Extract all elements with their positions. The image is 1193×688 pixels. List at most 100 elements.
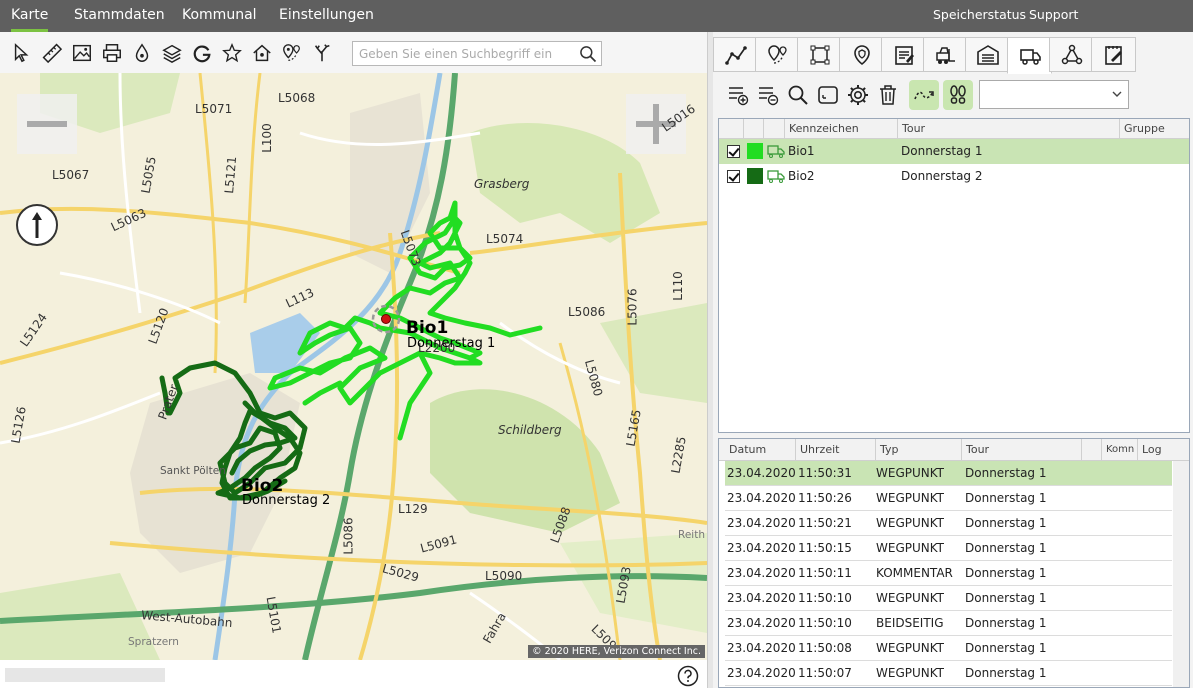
event-log-grid: Datum Uhrzeit Typ Tour Komn Log 23.04.20… (718, 438, 1190, 688)
zoom-out-button[interactable] (17, 94, 77, 154)
log-cell-type: BEIDSEITIG (876, 616, 944, 630)
road-label: L5071 (195, 102, 233, 116)
network-icon[interactable] (1049, 37, 1094, 72)
refresh-g-icon[interactable] (190, 41, 214, 65)
log-row[interactable]: 23.04.2020 11:50:21 WEGPUNKT Donnerstag 1 (725, 511, 1172, 536)
nav-karte[interactable]: Karte (11, 0, 49, 32)
search-icon[interactable] (783, 80, 813, 110)
log-cell-date: 23.04.2020 (727, 641, 796, 655)
area-icon[interactable] (797, 37, 842, 72)
settings-icon[interactable] (843, 80, 873, 110)
pin-route-icon[interactable] (755, 37, 800, 72)
header-log[interactable]: Log (1137, 439, 1171, 461)
log-cell-date: 23.04.2020 (727, 591, 796, 605)
map-canvas (0, 73, 707, 660)
vehicle-checkbox[interactable] (727, 170, 740, 183)
log-cell-tour: Donnerstag 1 (965, 616, 1047, 630)
header-tour[interactable]: Tour (897, 119, 1119, 139)
log-cell-date: 23.04.2020 (727, 666, 796, 680)
log-cell-tour: Donnerstag 1 (965, 491, 1047, 505)
log-cell-time: 11:50:10 (798, 591, 852, 605)
chevron-down-icon (1112, 91, 1122, 97)
bio1-marker[interactable] (381, 314, 391, 324)
road-label: L5068 (278, 91, 316, 105)
list-add-icon[interactable] (723, 80, 753, 110)
filter-select[interactable] (979, 80, 1129, 109)
log-row[interactable]: 23.04.2020 11:50:15 WEGPUNKT Donnerstag 1 (725, 536, 1172, 561)
map-search-input[interactable] (353, 42, 573, 65)
log-cell-type: WEGPUNKT (876, 491, 945, 505)
panel-splitter[interactable] (707, 32, 713, 688)
nav-speicherstatus[interactable]: Speicherstatus (933, 0, 1026, 32)
route-icon[interactable] (713, 37, 758, 72)
compass-icon[interactable] (16, 204, 58, 246)
header-kommentar[interactable]: Komn (1101, 439, 1137, 461)
map-search-box (352, 41, 602, 66)
notepad-icon[interactable] (1091, 37, 1136, 72)
log-row[interactable]: 23.04.2020 11:50:26 WEGPUNKT Donnerstag 1 (725, 486, 1172, 511)
ruler-icon[interactable] (40, 41, 64, 65)
vehicle-row[interactable]: Bio1 Donnerstag 1 (719, 139, 1189, 164)
log-cell-type: WEGPUNKT (876, 516, 945, 530)
road-label: L129 (398, 502, 428, 516)
truck-icon[interactable] (1007, 37, 1052, 74)
delete-icon[interactable] (873, 80, 903, 110)
nav-einstellungen[interactable]: Einstellungen (279, 0, 374, 32)
log-cell-type: WEGPUNKT (876, 641, 945, 655)
shield-pin-icon[interactable] (839, 37, 884, 72)
log-row[interactable]: 23.04.2020 11:50:07 WEGPUNKT Donnerstag 1 (725, 661, 1172, 686)
vehicle-color-swatch (747, 143, 763, 159)
log-cell-tour: Donnerstag 1 (965, 641, 1047, 655)
nav-support[interactable]: Support (1029, 0, 1078, 32)
fire-hydrant-icon[interactable] (130, 41, 154, 65)
header-typ[interactable]: Typ (875, 439, 961, 461)
route-pins-icon[interactable] (280, 41, 304, 65)
road-label: L5067 (52, 168, 90, 182)
place-label: Schildberg (498, 423, 562, 437)
header-uhrzeit[interactable]: Uhrzeit (795, 439, 875, 461)
header-gruppe[interactable]: Gruppe (1119, 119, 1189, 139)
star-house-icon[interactable] (220, 41, 244, 65)
road-label: L5086 (341, 517, 356, 555)
track-icon[interactable] (909, 80, 939, 110)
print-icon[interactable] (100, 41, 124, 65)
vehicle-tour-label-bio1: Donnerstag 1 (407, 336, 496, 351)
map-view[interactable]: L5071 L5068 L100 L5016 L5067 L5055 L5121… (0, 73, 707, 660)
list-remove-icon[interactable] (753, 80, 783, 110)
image-icon[interactable] (70, 41, 94, 65)
footsteps-icon[interactable] (943, 80, 973, 110)
vehicle-checkbox[interactable] (727, 145, 740, 158)
log-row[interactable]: 23.04.2020 11:50:08 WEGPUNKT Donnerstag 1 (725, 636, 1172, 661)
log-cell-date: 23.04.2020 (727, 516, 796, 530)
place-label: Grasberg (474, 177, 530, 191)
log-row[interactable]: 23.04.2020 11:50:31 WEGPUNKT Donnerstag 1 (725, 461, 1172, 486)
layers-icon[interactable] (160, 41, 184, 65)
help-icon[interactable] (677, 665, 699, 687)
house-pin-icon[interactable] (250, 41, 274, 65)
log-grid-header: Datum Uhrzeit Typ Tour Komn Log (719, 439, 1189, 461)
crop-icon[interactable] (813, 80, 843, 110)
header-datum[interactable]: Datum (725, 439, 795, 461)
road-label: L110 (670, 271, 685, 301)
log-row[interactable]: 23.04.2020 11:50:10 WEGPUNKT Donnerstag 1 (725, 586, 1172, 611)
log-cell-tour: Donnerstag 1 (965, 591, 1047, 605)
log-cell-time: 11:50:07 (798, 666, 852, 680)
log-scrollbar[interactable] (1173, 461, 1189, 687)
log-cell-tour: Donnerstag 1 (965, 541, 1047, 555)
cursor-icon[interactable] (10, 41, 34, 65)
log-row[interactable]: 23.04.2020 11:50:11 KOMMENTAR Donnerstag 1 (725, 561, 1172, 586)
header-kennzeichen[interactable]: Kennzeichen (784, 119, 897, 139)
place-label: Spratzern (128, 636, 179, 648)
nav-kommunal[interactable]: Kommunal (182, 0, 257, 32)
nav-stammdaten[interactable]: Stammdaten (74, 0, 165, 32)
log-cell-date: 23.04.2020 (727, 466, 796, 480)
search-icon[interactable] (578, 44, 598, 64)
tree-icon[interactable] (310, 41, 334, 65)
forklift-icon[interactable] (923, 37, 968, 72)
depot-icon[interactable] (965, 37, 1010, 72)
log-row[interactable]: 23.04.2020 11:50:10 BEIDSEITIG Donnerstag 1 (725, 611, 1172, 636)
header-tour[interactable]: Tour (961, 439, 1081, 461)
clipboard-icon[interactable] (881, 37, 926, 72)
vehicle-label-bio1[interactable]: Bio1 (406, 318, 448, 338)
vehicle-row[interactable]: Bio2 Donnerstag 2 (719, 164, 1189, 189)
